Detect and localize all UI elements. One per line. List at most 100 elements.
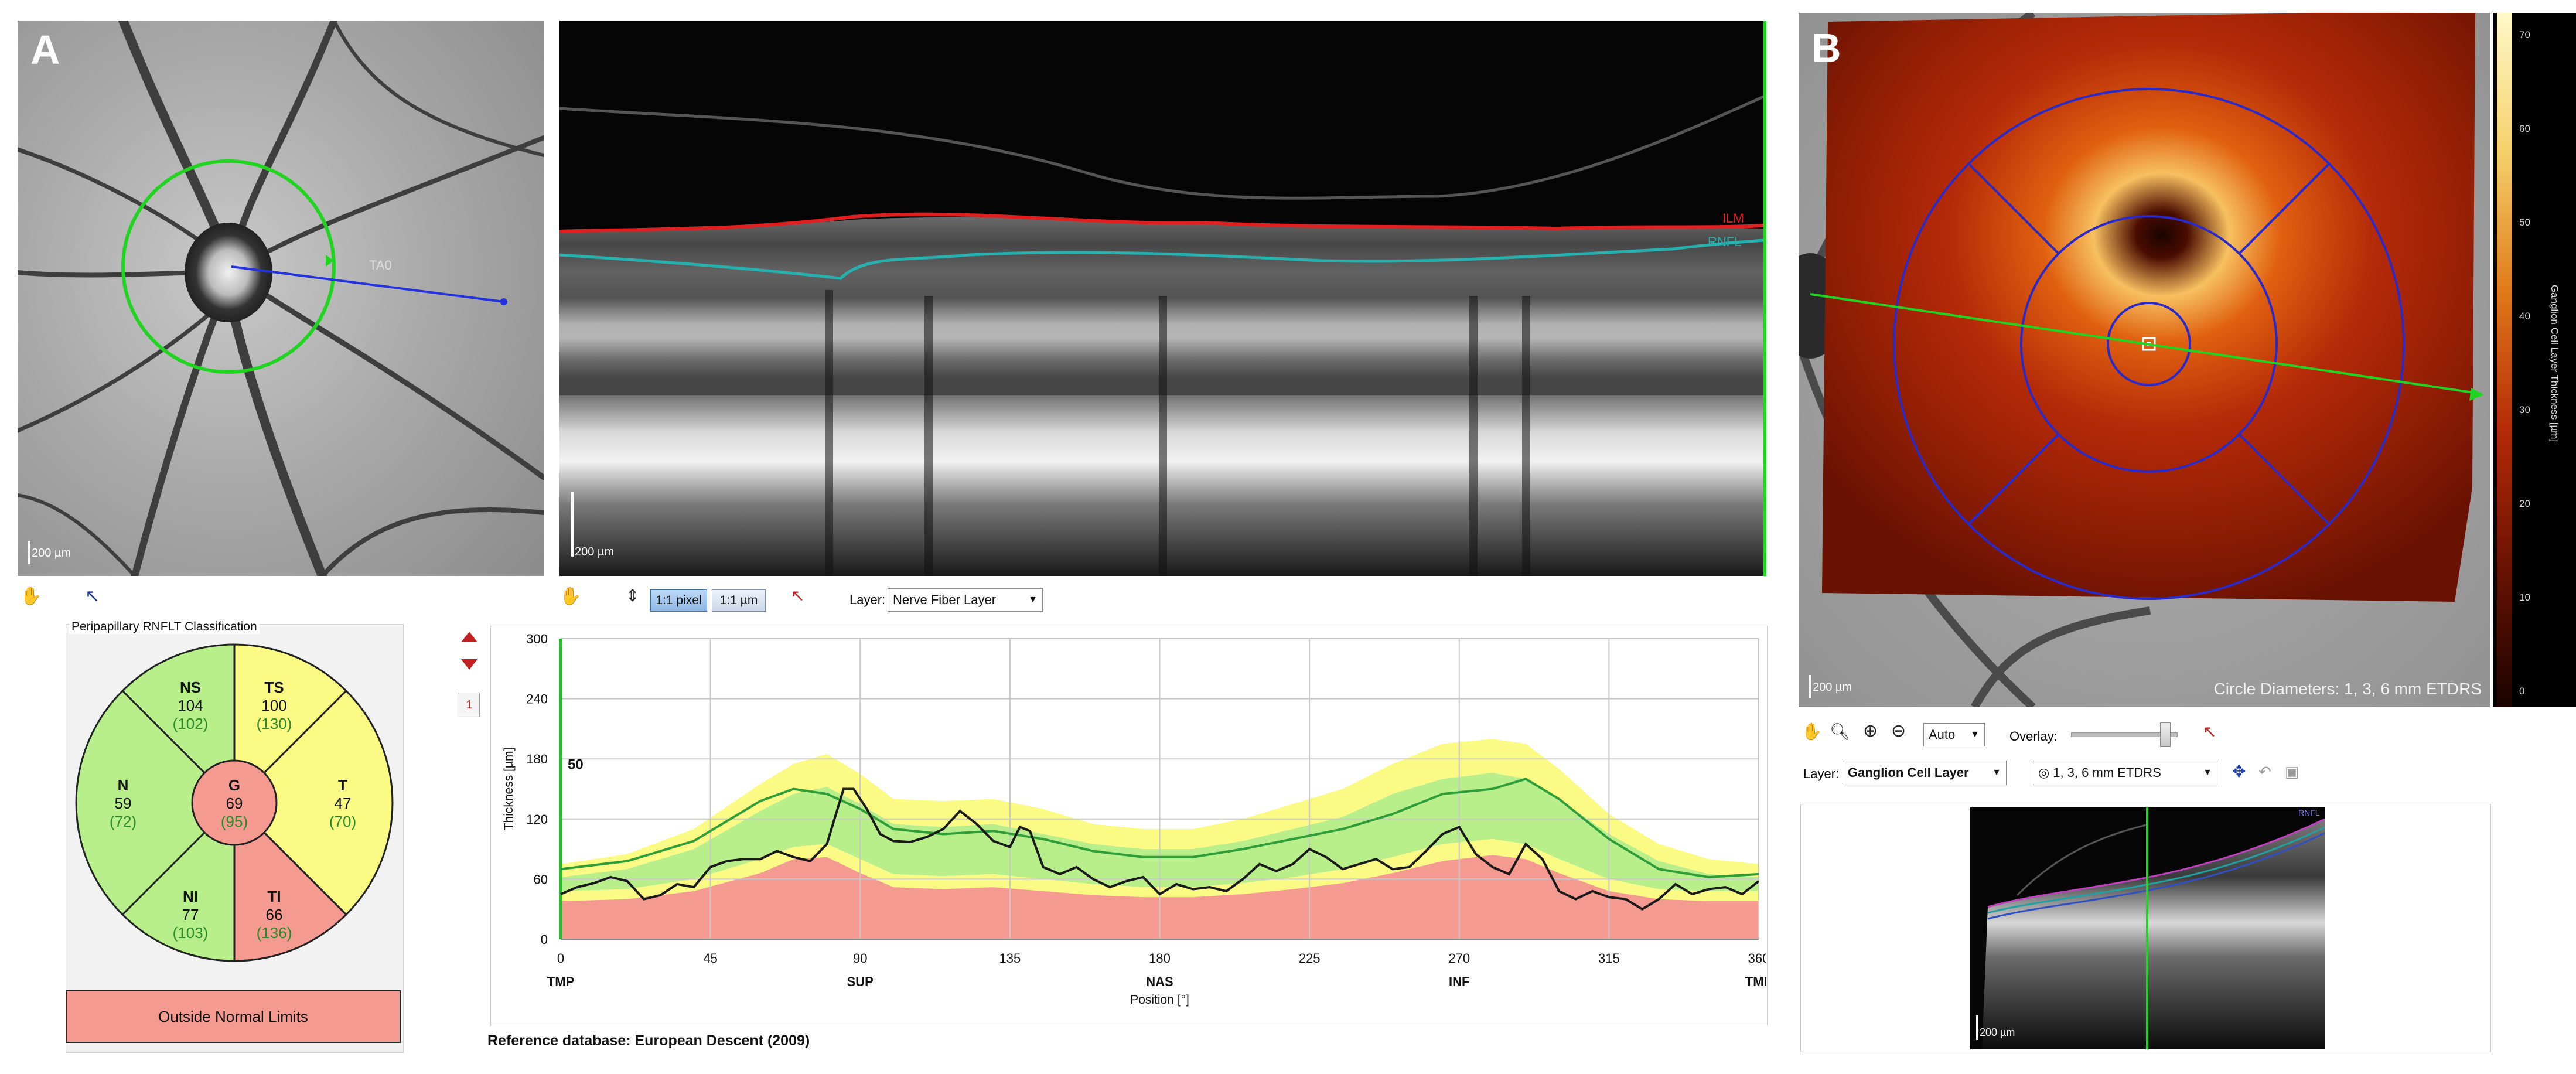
page-number-badge[interactable]: 1 — [459, 693, 480, 717]
fundus-scale-bar-b — [1809, 675, 1811, 698]
y-tick-label: 120 — [526, 812, 548, 827]
bscan-layer-ilm-label: ILM — [1722, 211, 1744, 226]
bscan-b-layer-label: RNFL — [2298, 808, 2320, 817]
layer-select-a[interactable]: Nerve Fiber Layer ▼ — [888, 588, 1043, 612]
search-icon[interactable]: 🔍︎ — [1830, 722, 1851, 741]
x-tick-label: 135 — [999, 951, 1021, 966]
bscan-image-b[interactable]: RNFL 200 µm — [1970, 807, 2325, 1049]
sector-ni-name: NI — [183, 888, 198, 905]
sector-label-ni: NI 77 (103) — [167, 888, 214, 942]
overlay-label: Overlay: — [2009, 729, 2058, 744]
layer-select-a-value: Nerve Fiber Layer — [893, 592, 997, 607]
sector-t-name: T — [338, 776, 347, 794]
center-grid-icon[interactable]: ✥ — [2232, 762, 2246, 781]
sector-label-ti: TI 66 (136) — [251, 888, 298, 942]
x-tick-label: 90 — [853, 951, 867, 966]
sector-ti-ref: (136) — [256, 924, 292, 942]
sector-label-g: G 69 (95) — [211, 776, 258, 831]
sector-g-value: 69 — [226, 795, 243, 812]
undo-icon[interactable]: ↶ — [2258, 763, 2271, 781]
overlay-slider-thumb[interactable] — [2159, 722, 2171, 747]
classification-title: Peripapillary RNFLT Classification — [69, 620, 260, 634]
grid-select[interactable]: ◎ 1, 3, 6 mm ETDRS ▼ — [2033, 761, 2217, 785]
thickness-chart[interactable]: 0 60 120 180 240 300 0 45 90 135 180 225 270 315 360 TM… — [490, 626, 1766, 1024]
fundus-image-a[interactable]: TA0 A 200 µm — [18, 21, 544, 576]
grid-icon: ◎ — [2038, 765, 2050, 780]
y-tick-label: 60 — [534, 872, 548, 887]
zoom-1to1-um-button[interactable]: 1:1 µm — [712, 589, 766, 612]
colorbar-ticks: 70 60 50 40 30 20 10 0 — [2519, 13, 2548, 707]
sector-t-ref: (70) — [329, 813, 357, 830]
auto-select[interactable]: Auto ▼ — [1923, 723, 1985, 746]
fundus-image-b[interactable]: B 200 µm Circle Diameters: 1, 3, 6 mm ET… — [1799, 13, 2490, 707]
sector-axis-label: INF — [1449, 974, 1469, 989]
y-tick-label: 240 — [526, 692, 548, 707]
x-tick-label: 360 — [1748, 951, 1766, 966]
sector-axis-label: NAS — [1146, 974, 1173, 989]
sector-axis-label: TMP — [547, 974, 574, 989]
x-axis-title: Position [°] — [1130, 993, 1189, 1007]
scroll-up-icon[interactable] — [461, 632, 477, 642]
auto-select-value: Auto — [1929, 727, 1956, 742]
panel-letter-a: A — [30, 27, 60, 73]
layer-edit-icon-b[interactable]: ↖ — [2203, 722, 2216, 741]
x-tick-label: 225 — [1299, 951, 1321, 966]
sector-axis-label: SUP — [847, 974, 874, 989]
overlay-slider[interactable] — [2071, 722, 2178, 747]
y-tick-label: 0 — [541, 932, 548, 947]
hand-tool-icon-b[interactable]: ✋ — [1802, 722, 1822, 741]
hand-tool-icon[interactable]: ✋ — [20, 586, 42, 606]
x-tick-label: 45 — [703, 951, 717, 966]
chart-annotation: 50 — [568, 756, 584, 772]
zoom-out-icon[interactable]: ⊖ — [1891, 721, 1906, 741]
pointer-tool-icon[interactable]: ↖ — [85, 586, 100, 606]
sector-ns-value: 104 — [178, 697, 203, 714]
bscan-layer-rnfl-label: RNFL — [1708, 234, 1741, 249]
save-icon[interactable]: ▣ — [2285, 763, 2299, 781]
y-tick-label: 300 — [526, 632, 548, 646]
sector-ti-name: TI — [267, 888, 281, 905]
colorbar-tick: 0 — [2519, 686, 2525, 697]
sector-axis-label: TMP — [1745, 974, 1766, 989]
sector-ts-ref: (130) — [256, 715, 292, 732]
sector-ts-value: 100 — [261, 697, 287, 714]
hand-tool-icon-bscan[interactable]: ✋ — [559, 586, 581, 606]
colorbar-tick: 10 — [2519, 592, 2530, 603]
sector-g-ref: (95) — [220, 813, 248, 830]
chevron-down-icon: ▼ — [2203, 768, 2212, 778]
layer-edit-icon[interactable]: ↖ — [791, 586, 804, 605]
x-tick-label: 315 — [1598, 951, 1620, 966]
sector-ns-name: NS — [179, 679, 202, 696]
chevron-down-icon: ▼ — [1028, 595, 1038, 605]
sector-n-ref: (72) — [109, 813, 137, 830]
layer-select-b[interactable]: Ganglion Cell Layer ▼ — [1843, 761, 2007, 785]
zoom-1to1-pixel-button[interactable]: 1:1 pixel — [650, 589, 707, 612]
sector-ni-value: 77 — [182, 906, 199, 923]
bscan-scale-bar-a — [571, 492, 574, 557]
sector-label-ns: NS 104 (102) — [167, 679, 214, 733]
scroll-down-icon[interactable] — [461, 659, 477, 670]
x-tick-label: 270 — [1448, 951, 1470, 966]
fundus-drawing-a: TA0 — [18, 21, 544, 576]
bscan-scale-bar-b — [1976, 1015, 1978, 1040]
fundus-scale-label-a: 200 µm — [32, 547, 71, 560]
fundus-drawing-b — [1799, 13, 2490, 707]
zoom-in-icon[interactable]: ⊕ — [1863, 721, 1878, 741]
bscan-drawing-b: RNFL — [1982, 807, 2325, 1049]
chevron-down-icon: ▼ — [1992, 768, 2001, 778]
colorbar-tick: 30 — [2519, 404, 2530, 415]
vertical-fit-icon[interactable]: ⇕ — [626, 586, 639, 605]
x-tick-label: 180 — [1149, 951, 1171, 966]
reference-database-label: Reference database: European Descent (20… — [487, 1032, 810, 1049]
sector-ti-value: 66 — [265, 906, 283, 923]
sector-ts-name: TS — [264, 679, 284, 696]
bscan-image-a[interactable]: ILM RNFL 200 µm — [559, 21, 1766, 576]
classification-result: Outside Normal Limits — [66, 990, 401, 1043]
layer-select-b-value: Ganglion Cell Layer — [1848, 765, 1969, 780]
grid-select-value: 1, 3, 6 mm ETDRS — [2053, 765, 2161, 780]
sector-label-n: N 59 (72) — [100, 776, 146, 831]
y-axis-title: Thickness [µm] — [502, 748, 516, 831]
colorbar-title: Ganglion Cell Layer Thickness [µm] — [2549, 284, 2560, 442]
chevron-down-icon: ▼ — [1970, 729, 1980, 739]
sector-t-value: 47 — [334, 795, 352, 812]
